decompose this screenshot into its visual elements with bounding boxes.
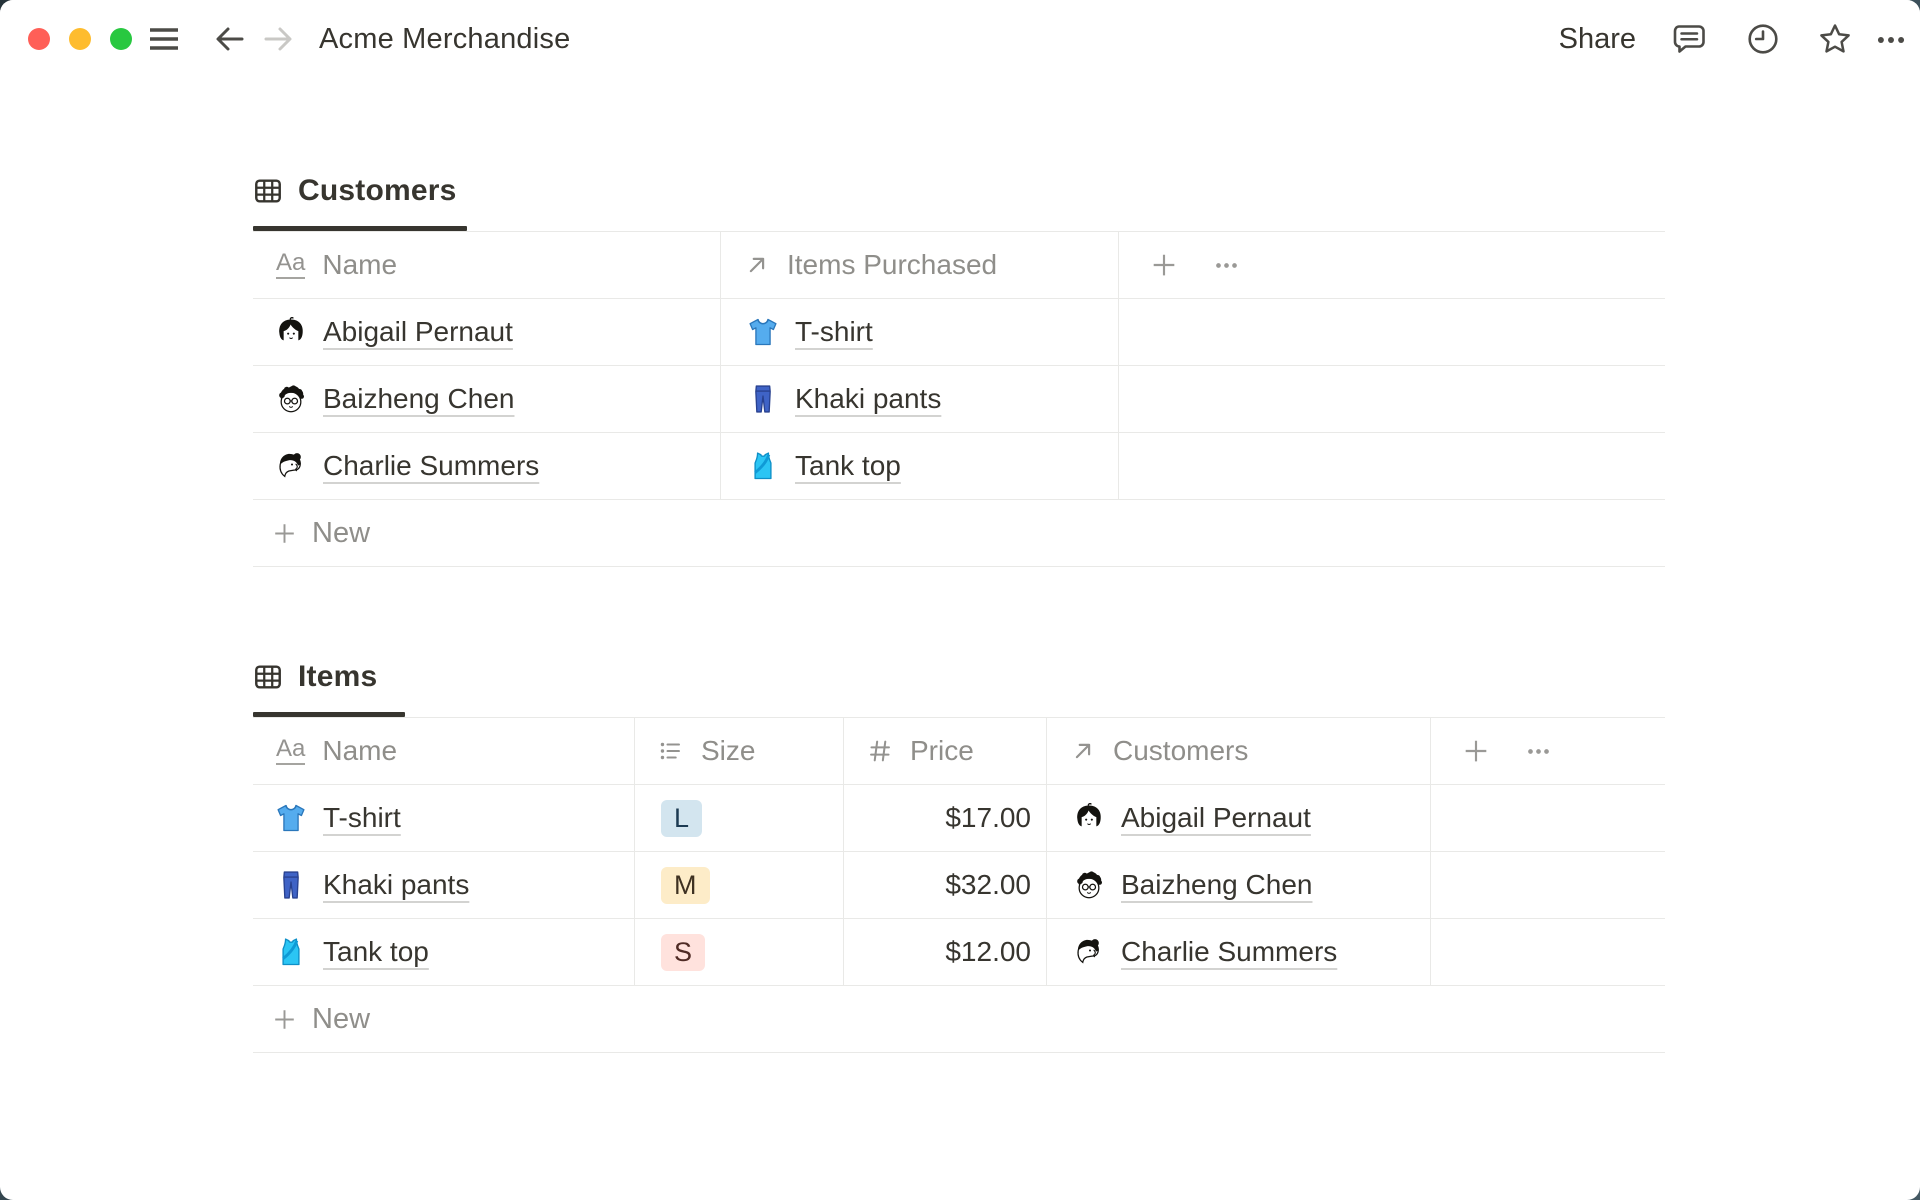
tshirt-emoji: [276, 803, 306, 833]
cell-price[interactable]: $17.00: [843, 785, 1046, 851]
cell-items-purchased[interactable]: Tank top: [720, 433, 1118, 499]
cell-price[interactable]: $32.00: [843, 852, 1046, 918]
forward-arrow-icon[interactable]: [260, 21, 296, 57]
table-header-row: Aa Name Size Price Customers: [253, 718, 1665, 785]
titlebar: Acme Merchandise Share: [0, 0, 1920, 80]
table-row: Charlie Summers Tank top: [253, 433, 1665, 500]
title-property-icon: Aa: [276, 737, 306, 765]
avatar-baizheng: [1074, 870, 1104, 900]
tank-top-emoji: [276, 937, 306, 967]
page-title: Acme Merchandise: [319, 23, 571, 55]
relation-arrow-icon: [1070, 738, 1096, 764]
cell-customer-name[interactable]: Charlie Summers: [253, 433, 720, 499]
close-button[interactable]: [28, 28, 50, 50]
cell-item-name[interactable]: Khaki pants: [253, 852, 634, 918]
star-icon[interactable]: [1817, 21, 1853, 57]
cell-size[interactable]: L: [634, 785, 843, 851]
app-window: Acme Merchandise Share Customers Aa Name…: [0, 0, 1920, 1200]
minimize-button[interactable]: [69, 28, 91, 50]
tshirt-emoji: [748, 317, 778, 347]
cell-empty: [1118, 299, 1665, 365]
comment-icon[interactable]: [1671, 21, 1707, 57]
table-row: Abigail Pernaut T-shirt: [253, 299, 1665, 366]
new-row-button[interactable]: New: [253, 986, 1665, 1053]
header-actions: [1430, 718, 1665, 784]
avatar-abigail: [276, 317, 306, 347]
items-table: Aa Name Size Price Customers T-shirt L $…: [253, 717, 1665, 1053]
share-button[interactable]: Share: [1559, 23, 1636, 56]
table-view-icon: [253, 662, 283, 692]
table-row: Baizheng Chen Khaki pants: [253, 366, 1665, 433]
cell-empty: [1430, 785, 1665, 851]
avatar-charlie: [276, 451, 306, 481]
cell-empty: [1118, 433, 1665, 499]
cell-item-name[interactable]: Tank top: [253, 919, 634, 985]
cell-empty: [1430, 852, 1665, 918]
column-header-name[interactable]: Aa Name: [253, 718, 634, 784]
cell-items-purchased[interactable]: Khaki pants: [720, 366, 1118, 432]
avatar-baizheng: [276, 384, 306, 414]
cell-customer[interactable]: Charlie Summers: [1046, 919, 1430, 985]
cell-empty: [1118, 366, 1665, 432]
table-row: Khaki pants M $32.00 Baizheng Chen: [253, 852, 1665, 919]
cell-empty: [1430, 919, 1665, 985]
tab-items[interactable]: Items: [253, 654, 377, 700]
table-options-icon[interactable]: [1525, 738, 1552, 765]
avatar-charlie: [1074, 937, 1104, 967]
cell-price[interactable]: $12.00: [843, 919, 1046, 985]
avatar-abigail: [1074, 803, 1104, 833]
column-header-items-purchased[interactable]: Items Purchased: [720, 232, 1118, 298]
size-badge: L: [661, 799, 703, 837]
plus-icon: [271, 520, 298, 547]
table-view-icon: [253, 176, 283, 206]
select-property-icon: [658, 738, 684, 764]
table-header-row: Aa Name Items Purchased: [253, 232, 1665, 299]
jeans-emoji: [748, 384, 778, 414]
cell-size[interactable]: S: [634, 919, 843, 985]
menu-icon[interactable]: [146, 21, 182, 57]
header-actions: [1118, 232, 1665, 298]
cell-customer[interactable]: Baizheng Chen: [1046, 852, 1430, 918]
jeans-emoji: [276, 870, 306, 900]
tab-label: Customers: [298, 174, 457, 207]
customers-table: Aa Name Items Purchased Abigail Pernaut: [253, 231, 1665, 567]
title-property-icon: Aa: [276, 251, 306, 279]
column-header-name[interactable]: Aa Name: [253, 232, 720, 298]
table-row: Tank top S $12.00 Charlie Summers: [253, 919, 1665, 986]
size-badge: M: [661, 866, 710, 904]
column-header-price[interactable]: Price: [843, 718, 1046, 784]
column-header-customers[interactable]: Customers: [1046, 718, 1430, 784]
add-property-icon[interactable]: [1461, 736, 1491, 766]
tab-label: Items: [298, 660, 378, 693]
relation-arrow-icon: [744, 252, 770, 278]
column-header-size[interactable]: Size: [634, 718, 843, 784]
more-icon[interactable]: [1874, 23, 1908, 57]
add-property-icon[interactable]: [1149, 250, 1179, 280]
clock-icon[interactable]: [1745, 21, 1781, 57]
cell-customer-name[interactable]: Baizheng Chen: [253, 366, 720, 432]
new-row-button[interactable]: New: [253, 500, 1665, 567]
table-row: T-shirt L $17.00 Abigail Pernaut: [253, 785, 1665, 852]
number-property-icon: [867, 738, 893, 764]
plus-icon: [271, 1006, 298, 1033]
cell-customer-name[interactable]: Abigail Pernaut: [253, 299, 720, 365]
table-options-icon[interactable]: [1213, 252, 1240, 279]
cell-customer[interactable]: Abigail Pernaut: [1046, 785, 1430, 851]
cell-item-name[interactable]: T-shirt: [253, 785, 634, 851]
tank-top-emoji: [748, 451, 778, 481]
back-arrow-icon[interactable]: [212, 21, 248, 57]
cell-size[interactable]: M: [634, 852, 843, 918]
tab-customers[interactable]: Customers: [253, 168, 457, 214]
cell-items-purchased[interactable]: T-shirt: [720, 299, 1118, 365]
size-badge: S: [661, 933, 706, 971]
zoom-button[interactable]: [110, 28, 132, 50]
